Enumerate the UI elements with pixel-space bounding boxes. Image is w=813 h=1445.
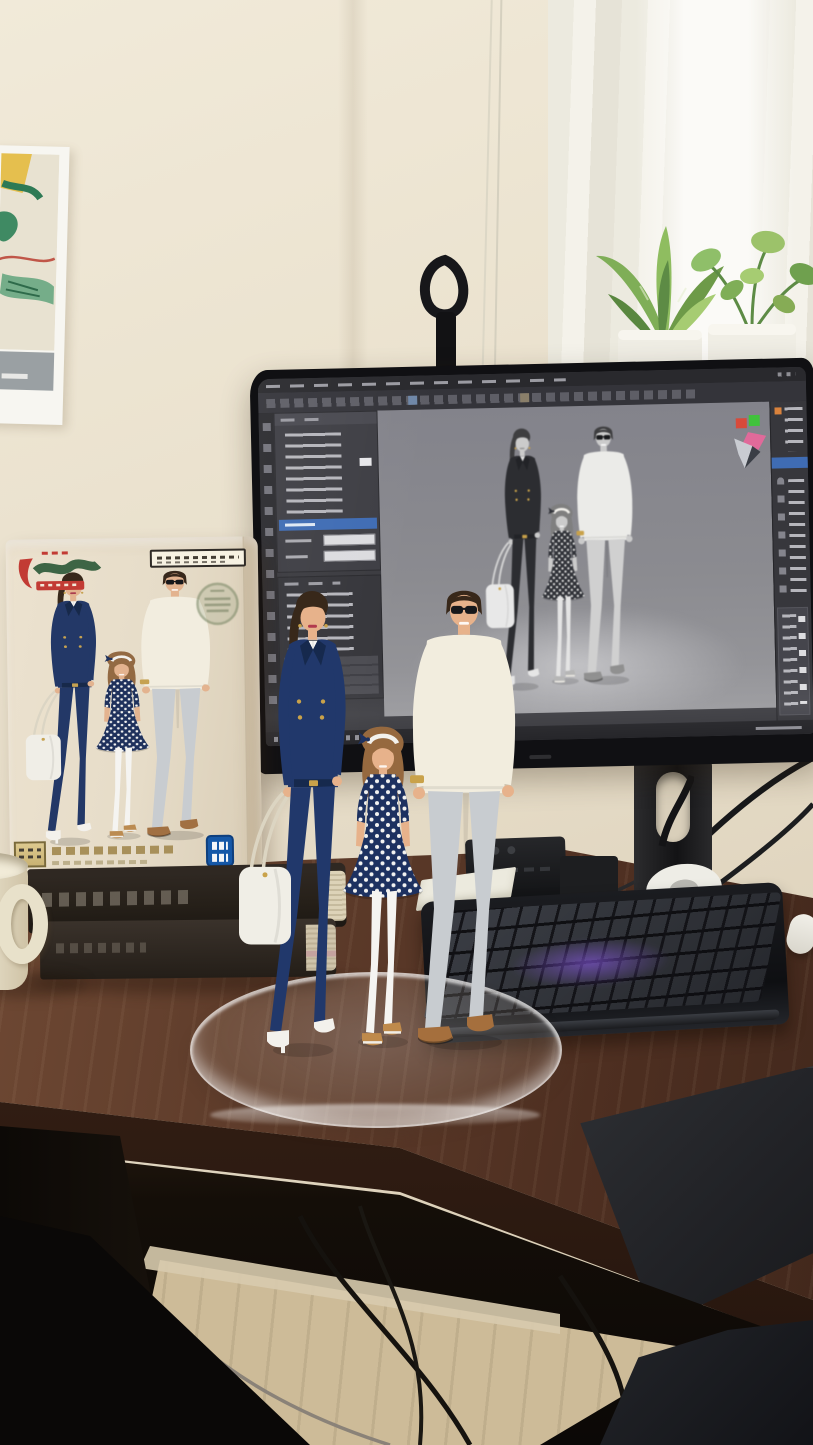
selected-row-highlight: [279, 518, 377, 531]
dock-icon-orange: [774, 407, 781, 414]
nav-gizmo-icon: [728, 428, 771, 475]
red-swatch: [736, 418, 747, 428]
info-label-text-illegible: [157, 561, 227, 564]
sub-panel-values: [798, 616, 807, 704]
sub-panel-rows-illegible: [782, 614, 798, 706]
acrylic-disc-rim-highlight: [210, 1104, 540, 1126]
wall-poster: [0, 145, 70, 425]
toolbar-icon-accent: [408, 396, 417, 405]
app-properties-panel: [273, 411, 381, 573]
blue-logo-glyph: [212, 842, 228, 850]
dock-rows-illegible: [784, 407, 803, 451]
blue-logo-glyph: [212, 854, 228, 862]
property-rows-illegible: [285, 432, 343, 517]
book-spine-title-illegible: [42, 890, 192, 907]
box-brand-logo: [12, 546, 105, 597]
family-figurines: [231, 578, 551, 1076]
green-swatch: [749, 415, 760, 426]
plant-leaves: [688, 229, 813, 328]
field-input: [324, 550, 376, 562]
box-blue-logo: [206, 835, 234, 867]
field-label: [286, 555, 308, 558]
window-controls: [778, 372, 796, 376]
poster-gray-band: [0, 351, 54, 391]
poster-caption-bar: [2, 373, 28, 379]
status-text-illegible: [756, 726, 802, 730]
field-label: [285, 539, 311, 543]
cable-loop-on-monitor: [410, 252, 480, 378]
toolbar-icon-accent: [520, 393, 529, 402]
book-spine-title-illegible: [56, 942, 146, 953]
figure-box: [6, 536, 263, 885]
box-info-label: [150, 548, 246, 567]
poster-art: [0, 153, 59, 350]
dock-selected-row: [772, 457, 809, 469]
panel-header: [274, 412, 376, 426]
mini-logo-text-illegible: [19, 855, 41, 858]
app-right-dock: [769, 401, 813, 721]
selected-row-text: [285, 523, 315, 527]
stand-cable: [654, 770, 694, 850]
info-label-text-illegible: [157, 556, 239, 560]
property-value-box: [360, 458, 372, 466]
field-input: [323, 534, 375, 546]
dock-icon-circles: [777, 477, 787, 597]
photo-scene: A cream-walled room with a sheer-curtain…: [0, 0, 813, 1445]
under-desk: [0, 1096, 813, 1445]
panel-title-illegible: [281, 418, 325, 422]
dock-sub-panel: [777, 607, 810, 716]
dock-labels-illegible: [788, 479, 807, 595]
mini-logo-text-illegible: [19, 848, 41, 851]
